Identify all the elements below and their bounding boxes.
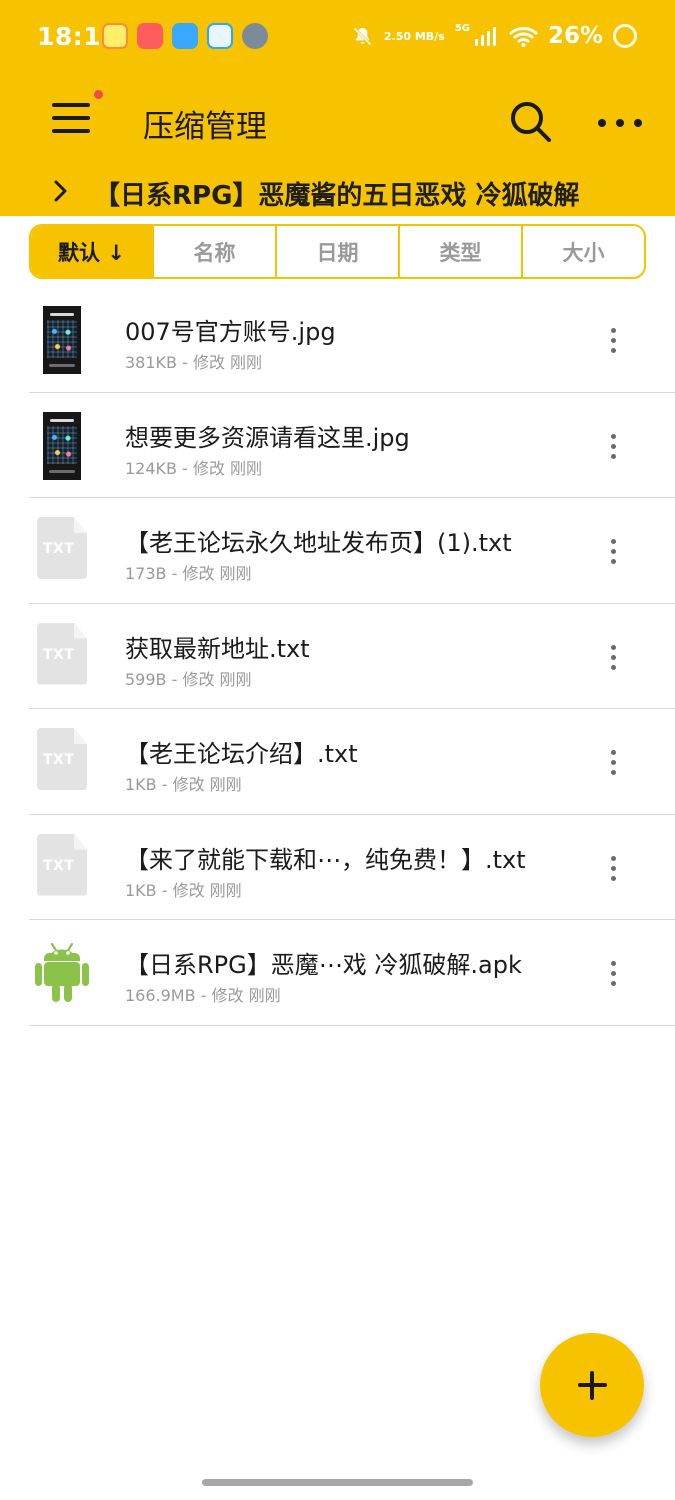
notification-dot (94, 90, 103, 99)
search-icon[interactable] (509, 100, 554, 145)
file-row[interactable]: TXT 【来了就能下载和⋯，纯免费！】.txt 1KB - 修改 刚刚 (0, 815, 675, 921)
row-more-icon[interactable] (607, 328, 619, 353)
file-meta: 124KB - 修改 刚刚 (125, 458, 263, 478)
file-meta: 1KB - 修改 刚刚 (125, 880, 242, 900)
chevron-right-icon (54, 180, 67, 202)
app-icon (242, 23, 268, 49)
home-indicator[interactable] (202, 1479, 473, 1486)
wifi-icon (509, 26, 538, 47)
mute-bell-icon (353, 26, 372, 46)
top-toolbar: 压缩管理 (0, 74, 675, 172)
file-type-label: TXT (43, 857, 75, 874)
file-name: 【老王论坛永久地址发布页】(1).txt (125, 529, 512, 557)
sort-tabs: 默认 ↓ 名称 日期 类型 大小 (29, 224, 646, 279)
file-name: 007号官方账号.jpg (125, 318, 336, 346)
app-icon (207, 23, 233, 49)
breadcrumb-folder: 【日系RPG】恶魔酱的五日恶戏 冷狐破解 (94, 181, 580, 211)
battery-percentage: 26% (547, 23, 603, 49)
menu-icon (52, 129, 90, 133)
file-meta: 166.9MB - 修改 刚刚 (125, 986, 281, 1005)
row-more-icon[interactable] (607, 433, 619, 459)
file-type-label: TXT (43, 541, 75, 557)
row-more-icon[interactable] (607, 961, 619, 986)
file-meta: 1KB - 修改 刚刚 (125, 775, 242, 794)
more-icon[interactable] (597, 118, 643, 128)
row-more-icon[interactable] (607, 644, 619, 670)
sort-tab-name[interactable]: 名称 (154, 226, 277, 277)
sort-tab-default[interactable]: 默认 ↓ (31, 226, 154, 277)
signal-icon (474, 27, 496, 46)
file-name: 获取最新地址.txt (125, 634, 310, 663)
file-type-label: TXT (43, 646, 75, 663)
android-icon (35, 942, 89, 1002)
status-indicators: 2.50 MB/s 5G 26% (351, 18, 637, 54)
image-thumbnail-icon (33, 302, 91, 374)
image-thumbnail (43, 411, 81, 480)
file-row[interactable]: 007号官方账号.jpg 381KB - 修改 刚刚 (0, 287, 675, 393)
menu-button[interactable] (52, 90, 103, 135)
txt-file-icon: TXT (33, 830, 91, 902)
file-row[interactable]: TXT 【老王论坛介绍】.txt 1KB - 修改 刚刚 (0, 709, 675, 815)
file-row[interactable]: 想要更多资源请看这里.jpg 124KB - 修改 刚刚 (0, 393, 675, 499)
sort-tab-date[interactable]: 日期 (277, 226, 400, 277)
app-icon (172, 23, 198, 49)
row-more-icon[interactable] (607, 750, 619, 775)
file-name: 【老王论坛介绍】.txt (125, 740, 358, 768)
file-meta: 173B - 修改 刚刚 (125, 564, 252, 583)
network-speed: 2.50 MB/s (383, 29, 445, 43)
battery-icon (613, 24, 637, 48)
file-name: 【来了就能下载和⋯，纯免费！】.txt (125, 845, 526, 874)
file-list: 007号官方账号.jpg 381KB - 修改 刚刚 想要更多资源请看这里.jp… (0, 287, 675, 1026)
txt-file-icon: TXT (33, 724, 91, 796)
txt-file-icon: TXT (33, 619, 91, 691)
file-name: 【日系RPG】恶魔⋯戏 冷狐破解.apk (125, 951, 522, 979)
app-header: 18:11 2.50 MB/s 5G 26% 压缩管理 【日系RPG】恶魔酱的五… (0, 0, 675, 216)
file-type-label: TXT (43, 752, 75, 768)
row-more-icon[interactable] (607, 855, 619, 881)
image-thumbnail (43, 306, 81, 374)
file-meta: 599B - 修改 刚刚 (125, 669, 252, 689)
status-bar: 18:11 2.50 MB/s 5G 26% (0, 0, 675, 74)
app-icon (137, 23, 163, 49)
menu-icon (52, 103, 90, 107)
file-row[interactable]: TXT 获取最新地址.txt 599B - 修改 刚刚 (0, 604, 675, 710)
sort-tab-size[interactable]: 大小 (523, 226, 644, 277)
file-row[interactable]: TXT 【老王论坛永久地址发布页】(1).txt 173B - 修改 刚刚 (0, 498, 675, 604)
breadcrumb[interactable]: 【日系RPG】恶魔酱的五日恶戏 冷狐破解 (0, 172, 675, 216)
image-thumbnail-icon (33, 408, 91, 480)
menu-icon (52, 116, 90, 120)
file-row[interactable]: 【日系RPG】恶魔⋯戏 冷狐破解.apk 166.9MB - 修改 刚刚 (0, 920, 675, 1026)
sort-tab-type[interactable]: 类型 (400, 226, 523, 277)
file-name: 想要更多资源请看这里.jpg (125, 423, 410, 452)
add-button[interactable] (540, 1333, 644, 1437)
notification-app-icons (102, 23, 268, 49)
page-title: 压缩管理 (143, 109, 267, 145)
file-meta: 381KB - 修改 刚刚 (125, 353, 263, 372)
row-more-icon[interactable] (607, 539, 619, 564)
txt-file-icon: TXT (33, 513, 91, 585)
plus-icon (590, 1371, 594, 1400)
app-icon (102, 23, 128, 49)
network-type: 5G (454, 23, 470, 34)
